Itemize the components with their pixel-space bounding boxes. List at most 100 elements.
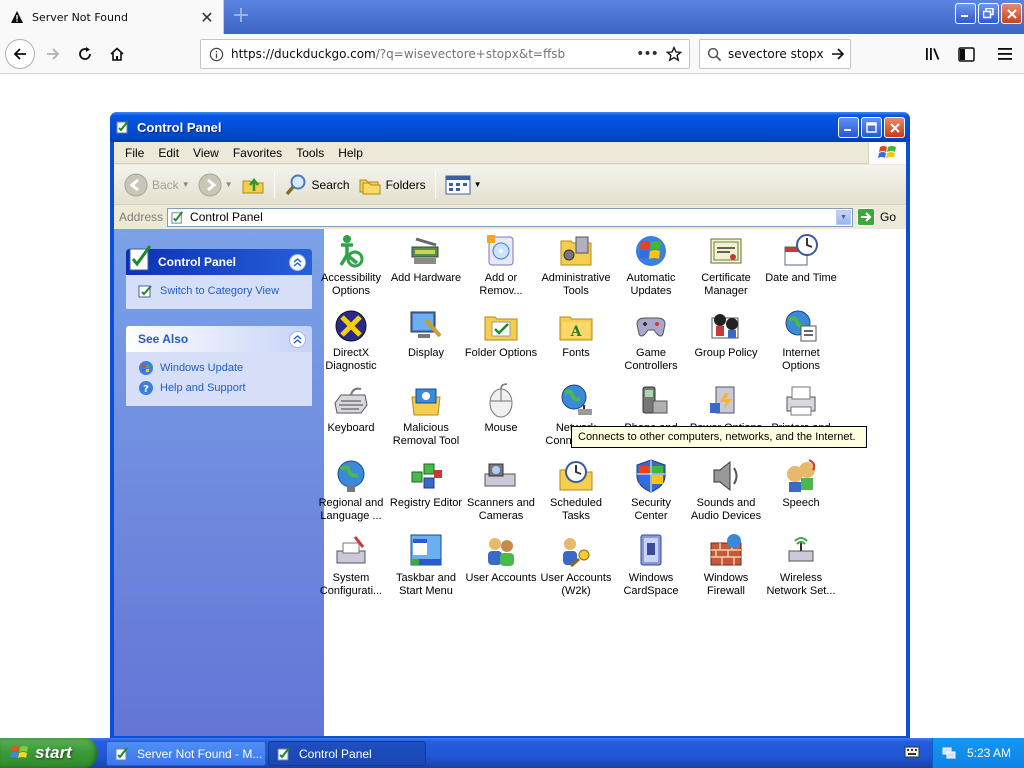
page-actions-icon[interactable]: •••	[635, 46, 659, 62]
close-button[interactable]	[1001, 3, 1022, 24]
menu-file[interactable]: File	[118, 146, 151, 160]
bookmark-star-icon[interactable]	[659, 46, 689, 62]
go-button[interactable]: Go	[857, 208, 896, 226]
control-panel-item[interactable]: Add or Remov...	[464, 233, 538, 298]
add-hardware-icon	[408, 233, 444, 269]
control-panel-item[interactable]: Automatic Updates	[614, 233, 688, 298]
keyboard-tray-icon[interactable]	[904, 745, 920, 759]
control-panel-item[interactable]: Windows Firewall	[689, 533, 763, 598]
sidebar-toggle-button[interactable]	[951, 39, 981, 69]
pane-header[interactable]: Control Panel	[126, 245, 312, 275]
search-button[interactable]: Search	[280, 169, 354, 201]
control-panel-item[interactable]: Display	[389, 308, 463, 360]
restore-button[interactable]	[978, 3, 999, 24]
minimize-button[interactable]	[838, 117, 859, 138]
menu-button[interactable]	[990, 39, 1020, 69]
start-button[interactable]: start	[0, 738, 97, 768]
forward-button[interactable]	[38, 39, 68, 69]
close-tab-icon[interactable]: ✕	[197, 7, 217, 27]
reload-button[interactable]	[70, 39, 100, 69]
control-panel-item[interactable]: User Accounts (W2k)	[539, 533, 613, 598]
pane-body: Switch to Category View	[126, 275, 312, 309]
item-label: Accessibility Options	[321, 272, 381, 297]
control-panel-item[interactable]: Mouse	[464, 383, 538, 435]
up-folder-button[interactable]	[237, 169, 269, 201]
control-panel-item[interactable]: Security Center	[614, 458, 688, 523]
browser-tab[interactable]: Server Not Found ✕	[0, 0, 224, 34]
help-icon: ?	[139, 381, 153, 395]
windows-flag-icon	[868, 142, 906, 164]
library-button[interactable]	[919, 39, 949, 69]
search-go-arrow-icon[interactable]	[826, 46, 850, 62]
control-panel-item[interactable]: Registry Editor	[389, 458, 463, 510]
collapse-icon[interactable]	[289, 253, 306, 271]
control-panel-item[interactable]: A Fonts	[539, 308, 613, 360]
content-area: Control Panel Switch to Category View Se…	[114, 229, 906, 736]
taskbar-button-firefox[interactable]: Server Not Found - M...	[106, 741, 266, 766]
browser-tab-strip: Server Not Found ✕ +	[0, 0, 1024, 34]
item-label: Certificate Manager	[701, 272, 751, 297]
see-also-pane: See Also Windows Update ? Help and Suppo…	[126, 326, 312, 406]
control-panel-item[interactable]: Keyboard	[314, 383, 388, 435]
help-support-link[interactable]: ? Help and Support	[138, 378, 302, 398]
control-panel-item[interactable]: Malicious Removal Tool	[389, 383, 463, 448]
control-panel-item[interactable]: Accessibility Options	[314, 233, 388, 298]
control-panel-item[interactable]: Taskbar and Start Menu	[389, 533, 463, 598]
control-panel-icon	[171, 210, 184, 224]
switch-category-view-link[interactable]: Switch to Category View	[138, 281, 302, 301]
control-panel-item[interactable]: Sounds and Audio Devices	[689, 458, 763, 523]
search-icon	[285, 174, 306, 195]
control-panel-item[interactable]: Wireless Network Set...	[764, 533, 838, 598]
taskbar-button-control-panel[interactable]: Control Panel	[268, 741, 426, 766]
back-button[interactable]: Back ▼	[120, 169, 194, 201]
item-label: Windows CardSpace	[623, 572, 679, 597]
url-text: https://duckduckgo.com/?q=wisevectore+st…	[231, 47, 635, 61]
menu-view[interactable]: View	[186, 146, 226, 160]
address-field[interactable]: Control Panel ▼	[167, 207, 854, 227]
chevron-down-icon[interactable]: ▼	[182, 180, 190, 189]
home-button[interactable]	[102, 39, 132, 69]
folders-button[interactable]: Folders	[354, 169, 430, 201]
maximize-button[interactable]	[861, 117, 882, 138]
control-panel-item[interactable]: DirectX Diagnostic	[314, 308, 388, 373]
control-panel-item[interactable]: Internet Options	[764, 308, 838, 373]
chevron-down-icon[interactable]: ▼	[474, 180, 482, 189]
control-panel-item[interactable]: Game Controllers	[614, 308, 688, 373]
control-panel-item[interactable]: Date and Time	[764, 233, 838, 285]
directx-icon	[333, 308, 369, 344]
control-panel-item[interactable]: Scheduled Tasks	[539, 458, 613, 523]
control-panel-item[interactable]: User Accounts	[464, 533, 538, 585]
control-panel-item[interactable]: Group Policy	[689, 308, 763, 360]
menu-help[interactable]: Help	[331, 146, 370, 160]
control-panel-item[interactable]: Scanners and Cameras	[464, 458, 538, 523]
control-panel-item[interactable]: System Configurati...	[314, 533, 388, 598]
url-bar[interactable]: https://duckduckgo.com/?q=wisevectore+st…	[200, 39, 690, 69]
forward-button[interactable]: ▼	[194, 169, 237, 201]
control-panel-item[interactable]: Folder Options	[464, 308, 538, 360]
control-panel-item[interactable]: Speech	[764, 458, 838, 510]
window-titlebar[interactable]: Control Panel	[110, 112, 910, 142]
views-button[interactable]: ▼	[441, 169, 486, 201]
collapse-icon[interactable]	[289, 330, 306, 348]
control-panel-item[interactable]: Regional and Language ...	[314, 458, 388, 523]
back-button[interactable]	[5, 39, 35, 69]
menu-tools[interactable]: Tools	[289, 146, 331, 160]
search-bar[interactable]: sevectore stopx	[699, 39, 851, 69]
menu-favorites[interactable]: Favorites	[226, 146, 289, 160]
control-panel-item[interactable]: Certificate Manager	[689, 233, 763, 298]
clock[interactable]: 5:23 AM	[967, 746, 1011, 760]
network-tray-icon[interactable]	[941, 745, 957, 761]
new-tab-icon[interactable]: +	[228, 4, 254, 30]
control-panel-item[interactable]: Administrative Tools	[539, 233, 613, 298]
windows-update-link[interactable]: Windows Update	[138, 358, 302, 378]
pane-header[interactable]: See Also	[126, 326, 312, 352]
menu-edit[interactable]: Edit	[151, 146, 186, 160]
chevron-down-icon[interactable]: ▼	[225, 180, 233, 189]
control-panel-item[interactable]: Add Hardware	[389, 233, 463, 285]
close-button[interactable]	[884, 117, 905, 138]
info-icon[interactable]	[201, 47, 231, 62]
address-dropdown-icon[interactable]: ▼	[836, 209, 852, 225]
item-label: Security Center	[631, 497, 671, 522]
minimize-button[interactable]	[955, 3, 976, 24]
control-panel-item[interactable]: Windows CardSpace	[614, 533, 688, 598]
